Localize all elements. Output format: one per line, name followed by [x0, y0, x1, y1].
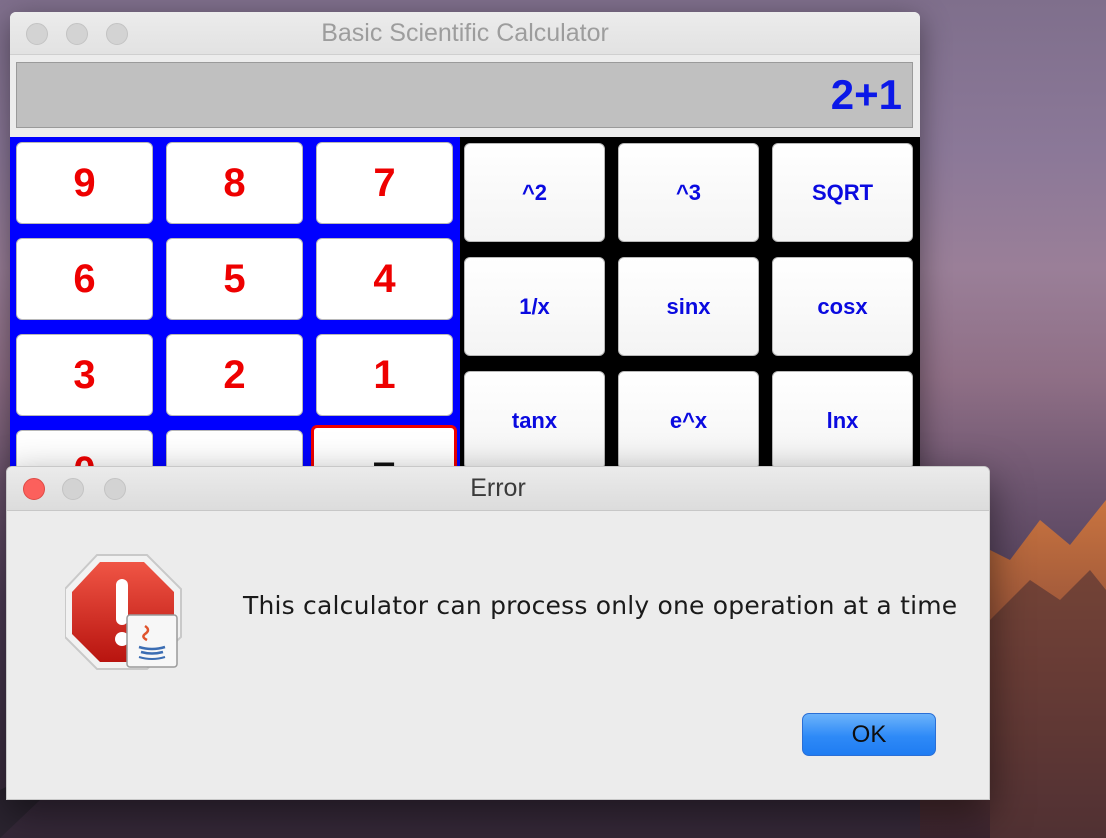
error-dialog: Error This calculator can process only o…: [6, 466, 990, 800]
key-1[interactable]: 1: [316, 334, 453, 416]
key-4[interactable]: 4: [316, 238, 453, 320]
key-exp[interactable]: e^x: [618, 371, 759, 470]
error-message: This calculator can process only one ope…: [243, 591, 958, 620]
minimize-button-inactive[interactable]: [66, 23, 88, 45]
key-sin[interactable]: sinx: [618, 257, 759, 356]
minimize-button[interactable]: [62, 478, 84, 500]
dialog-titlebar[interactable]: Error: [7, 467, 989, 511]
key-sqrt[interactable]: SQRT: [772, 143, 913, 242]
key-2[interactable]: 2: [166, 334, 303, 416]
zoom-button-inactive[interactable]: [106, 23, 128, 45]
calculator-title: Basic Scientific Calculator: [321, 18, 609, 47]
key-reciprocal[interactable]: 1/x: [464, 257, 605, 356]
key-square[interactable]: ^2: [464, 143, 605, 242]
number-pad: 9 8 7 6 5 4 3 2 1 0 =: [10, 137, 460, 482]
calculator-titlebar[interactable]: Basic Scientific Calculator: [10, 12, 920, 55]
key-ln[interactable]: lnx: [772, 371, 913, 470]
error-stop-icon: [65, 554, 182, 670]
key-3[interactable]: 3: [16, 334, 153, 416]
key-9[interactable]: 9: [16, 142, 153, 224]
key-8[interactable]: 8: [166, 142, 303, 224]
calculator-display: 2+1: [16, 62, 913, 128]
key-7[interactable]: 7: [316, 142, 453, 224]
dialog-title: Error: [470, 474, 526, 502]
key-cos[interactable]: cosx: [772, 257, 913, 356]
close-button[interactable]: [23, 478, 45, 500]
close-button-inactive[interactable]: [26, 23, 48, 45]
zoom-button[interactable]: [104, 478, 126, 500]
calculator-window: Basic Scientific Calculator 2+1 9 8 7 6 …: [10, 12, 920, 482]
key-cube[interactable]: ^3: [618, 143, 759, 242]
java-icon: [126, 614, 178, 668]
scientific-pad: ^2 ^3 SQRT 1/x sinx cosx tanx e^x lnx: [460, 137, 920, 482]
key-tan[interactable]: tanx: [464, 371, 605, 470]
key-5[interactable]: 5: [166, 238, 303, 320]
ok-button[interactable]: OK: [802, 713, 936, 756]
display-area: 2+1: [10, 55, 920, 137]
key-6[interactable]: 6: [16, 238, 153, 320]
